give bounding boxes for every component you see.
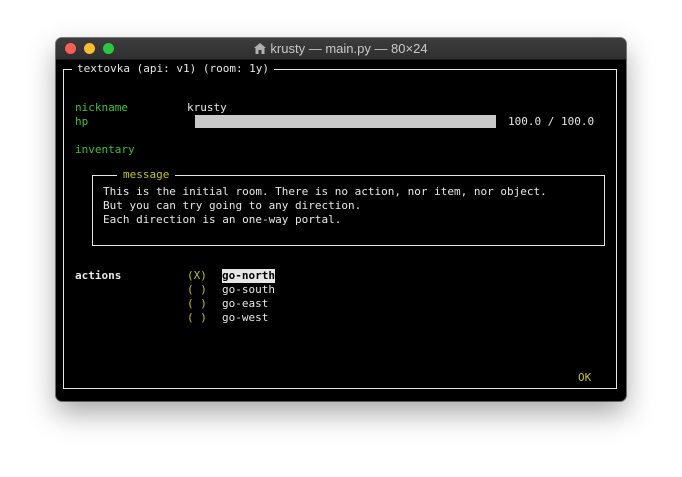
radio-marker[interactable]: ( ) [187, 283, 207, 297]
hp-label: hp [75, 115, 89, 128]
radio-marker[interactable]: ( ) [187, 297, 207, 311]
window-title: krusty — main.py — 80×24 [270, 41, 428, 56]
app-frame-title: textovka (api: v1) (room: 1y) [72, 62, 275, 76]
message-line: This is the initial room. There is no ac… [103, 185, 547, 198]
radio-marker[interactable]: ( ) [187, 311, 207, 325]
radio-marker[interactable]: (X) [187, 269, 207, 283]
action-label[interactable]: go-north [222, 269, 275, 283]
window-title-container: krusty — main.py — 80×24 [56, 41, 626, 56]
message-line: But you can try going to any direction. [103, 199, 362, 212]
home-folder-icon [254, 43, 267, 54]
app-frame: textovka (api: v1) (room: 1y) nickname k… [63, 62, 617, 389]
nickname-label: nickname [75, 101, 128, 114]
title-bar[interactable]: krusty — main.py — 80×24 [56, 38, 626, 60]
terminal-content[interactable]: textovka (api: v1) (room: 1y) nickname k… [56, 60, 626, 401]
message-box: message This is the initial room. There … [92, 168, 605, 246]
action-label[interactable]: go-south [222, 283, 275, 297]
terminal-window: krusty — main.py — 80×24 textovka (api: … [56, 38, 626, 401]
nickname-value: krusty [187, 101, 227, 114]
inventory-label: inventary [75, 143, 135, 156]
hp-bar [195, 115, 496, 128]
action-label[interactable]: go-east [222, 297, 268, 311]
action-label[interactable]: go-west [222, 311, 268, 325]
actions-label: actions [75, 269, 122, 282]
hp-value: 100.0 / 100.0 [508, 115, 595, 128]
message-line: Each direction is an one-way portal. [103, 213, 342, 226]
message-title: message [117, 168, 176, 182]
hp-bar-fill [195, 115, 496, 128]
ok-button[interactable]: OK [578, 371, 591, 385]
